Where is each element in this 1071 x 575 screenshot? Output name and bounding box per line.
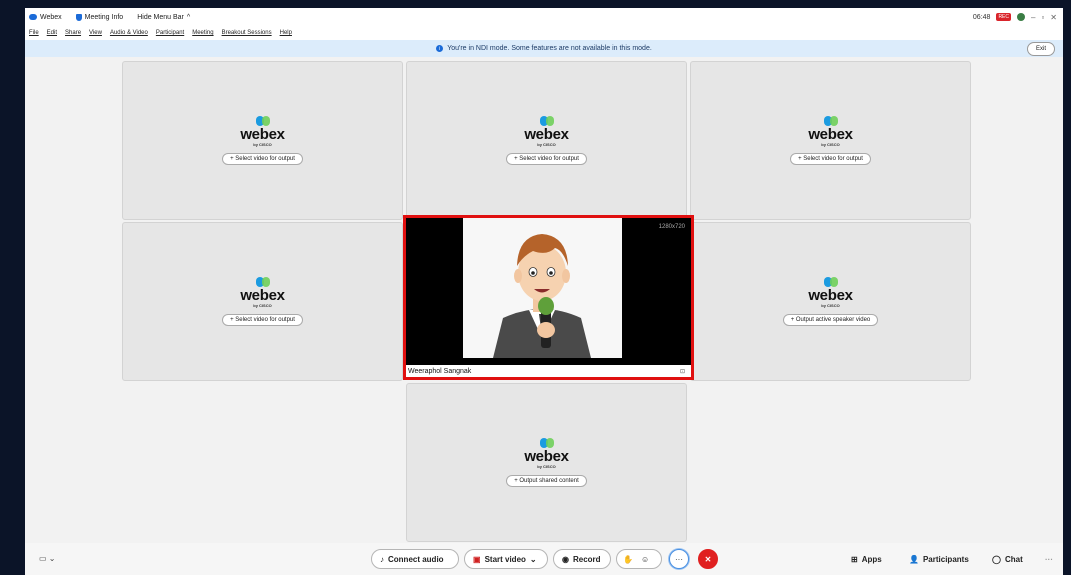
menu-bar: File Edit Share View Audio & Video Parti…: [25, 26, 1063, 40]
menu-participant[interactable]: Participant: [156, 30, 184, 36]
leave-meeting-button[interactable]: ✕: [698, 549, 718, 569]
webex-logo-icon: [539, 438, 554, 448]
restore-button[interactable]: ▫: [1041, 13, 1044, 22]
avatar[interactable]: [1017, 13, 1025, 21]
webex-wordmark: webex: [240, 287, 285, 304]
video-off-icon: ▣: [473, 554, 481, 564]
cisco-byline: by CISCO: [821, 303, 840, 308]
control-bar: ▭ ⌄ ♪ Connect audio ▣ Start video ⌄ ◉ Re…: [25, 543, 1063, 575]
participants-button[interactable]: 👤 Participants: [909, 549, 969, 569]
exit-button[interactable]: Exit: [1026, 42, 1055, 56]
chat-button[interactable]: ◯ Chat: [992, 549, 1023, 569]
menu-share[interactable]: Share: [65, 30, 81, 36]
overflow-button[interactable]: ···: [1045, 549, 1053, 569]
cisco-byline: by CISCO: [253, 303, 272, 308]
recording-badge: REC: [996, 13, 1011, 21]
output-tile-1: webex by CISCO + Select video for output: [122, 61, 403, 220]
apps-icon: ⊞: [851, 554, 858, 564]
connect-audio-label: Connect audio: [388, 554, 444, 564]
minimize-button[interactable]: –: [1031, 13, 1035, 22]
cisco-byline: by CISCO: [821, 142, 840, 147]
menu-view[interactable]: View: [89, 30, 102, 36]
menu-meeting[interactable]: Meeting: [192, 30, 213, 36]
app-title[interactable]: Webex: [29, 14, 62, 21]
menu-edit[interactable]: Edit: [47, 30, 57, 36]
participant-name: Weeraphol Sangnak: [408, 367, 472, 375]
raise-hand-icon[interactable]: ✋: [623, 555, 633, 564]
title-bar: Webex Meeting Info Hide Menu Bar ^ 06:48…: [25, 8, 1063, 26]
record-button[interactable]: ◉ Record: [553, 549, 611, 569]
connect-audio-button[interactable]: ♪ Connect audio: [371, 549, 459, 569]
menu-help[interactable]: Help: [280, 30, 292, 36]
webex-wordmark: webex: [808, 126, 853, 143]
hide-menu-label: Hide Menu Bar: [137, 13, 184, 21]
webex-logo-icon: [539, 116, 554, 126]
meeting-info-button[interactable]: Meeting Info: [75, 13, 124, 21]
participant-video: [463, 218, 622, 358]
start-video-label: Start video: [484, 554, 526, 564]
close-button[interactable]: ✕: [1050, 13, 1057, 22]
more-options-button[interactable]: ···: [669, 549, 689, 569]
chevron-up-icon: ^: [186, 13, 191, 21]
webex-logo-icon: [823, 116, 838, 126]
captions-icon[interactable]: ▭ ⌄: [39, 554, 55, 563]
webex-wordmark: webex: [240, 126, 285, 143]
chevron-down-icon: ⌄: [529, 554, 537, 564]
apps-button[interactable]: ⊞ Apps: [851, 549, 882, 569]
cisco-byline: by CISCO: [537, 464, 556, 469]
video-grid: webex by CISCO + Select video for output…: [25, 57, 1063, 543]
cisco-byline: by CISCO: [537, 142, 556, 147]
webex-wordmark: webex: [524, 448, 569, 465]
shared-content-tile: webex by CISCO + Output shared content: [406, 383, 687, 542]
record-label: Record: [572, 554, 601, 564]
output-active-speaker-button[interactable]: + Output active speaker video: [782, 314, 879, 326]
output-tile-4: webex by CISCO + Select video for output: [122, 222, 403, 381]
record-icon: ◉: [562, 554, 569, 564]
select-video-button[interactable]: + Select video for output: [790, 153, 871, 165]
start-video-button[interactable]: ▣ Start video ⌄: [464, 549, 548, 569]
menu-file[interactable]: File: [29, 30, 39, 36]
participants-icon: 👤: [909, 554, 919, 564]
participant-video-tile[interactable]: 1280x720 Weeraphol Sangnak ⊡: [403, 215, 694, 380]
emoji-icon[interactable]: ☺: [641, 555, 649, 564]
pin-icon[interactable]: ⊡: [680, 368, 685, 375]
participant-name-bar: Weeraphol Sangnak: [406, 365, 691, 377]
app-name: Webex: [40, 13, 62, 21]
webex-logo-icon: [255, 116, 270, 126]
ndi-mode-banner: i You're in NDI mode. Some features are …: [25, 40, 1063, 57]
webex-logo-icon: [255, 277, 270, 287]
webex-logo-icon: [29, 14, 37, 20]
menu-breakout-sessions[interactable]: Breakout Sessions: [222, 30, 272, 36]
webex-wordmark: webex: [524, 126, 569, 143]
webex-logo-icon: [823, 277, 838, 287]
hide-menu-bar-button[interactable]: Hide Menu Bar ^: [137, 14, 190, 21]
resolution-label: 1280x720: [658, 224, 685, 230]
participants-label: Participants: [922, 554, 969, 564]
clock: 06:48: [972, 13, 991, 21]
cisco-byline: by CISCO: [253, 142, 272, 147]
select-video-button[interactable]: + Select video for output: [222, 314, 303, 326]
select-video-button[interactable]: + Select video for output: [506, 153, 587, 165]
webex-wordmark: webex: [808, 287, 853, 304]
shield-icon: [75, 13, 82, 21]
menu-audio-video[interactable]: Audio & Video: [110, 30, 148, 36]
apps-label: Apps: [861, 554, 882, 564]
info-icon: i: [436, 45, 444, 52]
active-speaker-tile: webex by CISCO + Output active speaker v…: [690, 222, 971, 381]
reactions-group: ✋ ☺: [616, 549, 662, 569]
output-shared-content-button[interactable]: + Output shared content: [506, 475, 587, 487]
audio-icon: ♪: [380, 554, 384, 564]
output-tile-2: webex by CISCO + Select video for output: [406, 61, 687, 220]
banner-message: You're in NDI mode. Some features are no…: [447, 45, 652, 52]
presenter-illustration: [463, 218, 622, 358]
meeting-info-label: Meeting Info: [84, 13, 124, 21]
chat-icon: ◯: [992, 554, 1001, 564]
select-video-button[interactable]: + Select video for output: [222, 153, 303, 165]
title-bar-right: 06:48 REC – ▫ ✕: [973, 8, 1057, 26]
chat-label: Chat: [1004, 554, 1023, 564]
webex-window: Webex Meeting Info Hide Menu Bar ^ 06:48…: [25, 8, 1063, 575]
output-tile-3: webex by CISCO + Select video for output: [690, 61, 971, 220]
